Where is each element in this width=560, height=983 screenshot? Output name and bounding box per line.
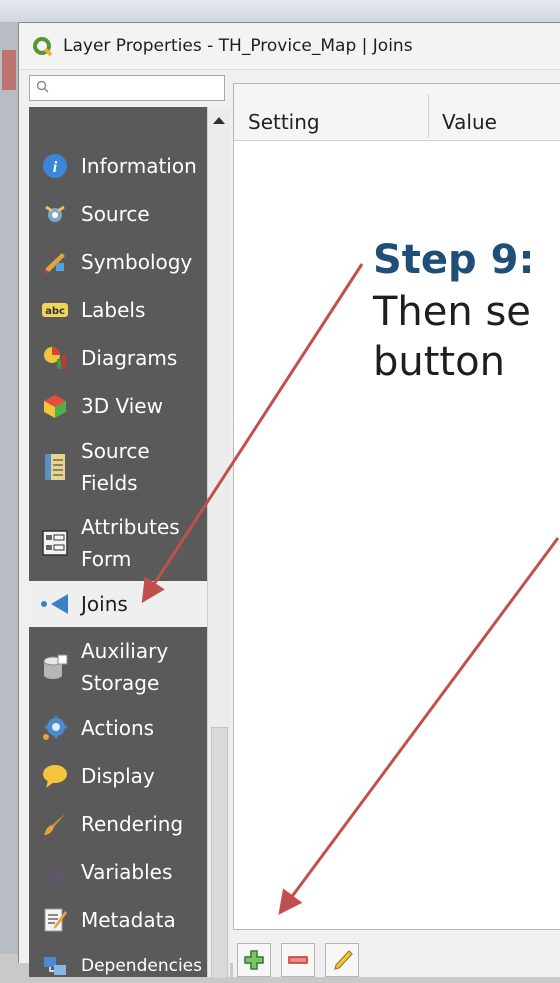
metadata-icon — [41, 906, 69, 934]
background-window-strip — [0, 0, 560, 22]
source-icon — [41, 200, 69, 228]
sidebar-item-label: Source — [81, 202, 150, 226]
sidebar-item-label: Information — [81, 154, 197, 178]
sidebar-item-label: Metadata — [81, 908, 176, 932]
sidebar-item-label: Labels — [81, 298, 146, 322]
sidebar-item-label: Dependencies — [81, 956, 202, 976]
variables-icon: ε — [41, 858, 69, 886]
search-icon — [36, 80, 49, 93]
sidebar-item-label: Diagrams — [81, 346, 178, 370]
sidebar-item-label: Rendering — [81, 812, 184, 836]
speech-bubble-icon — [41, 762, 69, 790]
sidebar-item-label: Auxiliary Storage — [81, 639, 169, 695]
dependencies-icon — [41, 952, 69, 980]
form-icon — [41, 529, 69, 557]
background-window-left — [0, 22, 18, 954]
labels-icon: abc — [41, 296, 69, 324]
sidebar-item-label: Attributes Form — [81, 515, 180, 571]
minus-icon — [288, 956, 308, 964]
sidebar-item-joins[interactable]: Joins — [29, 581, 207, 627]
scroll-up-arrow-icon[interactable] — [213, 117, 225, 124]
sidebar-item-display[interactable]: Display — [29, 759, 207, 793]
svg-text:ε: ε — [49, 859, 61, 885]
sidebar-item-label: Source Fields — [81, 439, 150, 495]
sidebar: i Information Source Symbology abc Label… — [29, 107, 207, 977]
column-header-value[interactable]: Value — [442, 110, 497, 134]
fields-icon — [41, 453, 69, 481]
database-icon — [41, 653, 69, 681]
sidebar-item-label: Display — [81, 764, 155, 788]
layer-properties-dialog: Layer Properties - TH_Provice_Map | Join… — [18, 22, 560, 979]
step-instruction-line-1: Then se — [373, 289, 531, 335]
pencil-icon — [334, 950, 353, 970]
sidebar-scrollbar[interactable] — [207, 107, 230, 979]
cube-icon — [41, 392, 69, 420]
brush-icon — [41, 810, 69, 838]
add-join-button[interactable] — [237, 943, 271, 977]
symbology-icon — [41, 248, 69, 276]
sidebar-item-dependencies[interactable]: Dependencies — [29, 949, 207, 983]
sidebar-item-diagrams[interactable]: Diagrams — [29, 341, 207, 375]
info-icon: i — [41, 152, 69, 180]
sidebar-item-actions[interactable]: Actions — [29, 711, 207, 745]
step-instruction-line-2: button — [373, 339, 505, 385]
sidebar-item-source-fields[interactable]: Source Fields — [29, 433, 207, 501]
sidebar-item-variables[interactable]: ε Variables — [29, 855, 207, 889]
sidebar-item-labels[interactable]: abc Labels — [29, 293, 207, 327]
scrollbar-thumb[interactable] — [211, 727, 228, 979]
window-title: Layer Properties - TH_Provice_Map | Join… — [63, 36, 413, 56]
sidebar-item-label: Joins — [81, 592, 128, 616]
joins-icon — [41, 590, 69, 618]
svg-text:i: i — [53, 159, 58, 176]
column-header-setting[interactable]: Setting — [248, 110, 320, 134]
sidebar-item-symbology[interactable]: Symbology — [29, 245, 207, 279]
svg-text:abc: abc — [45, 306, 65, 317]
step-title: Step 9: — [373, 237, 535, 283]
sidebar-item-label: Variables — [81, 860, 173, 884]
qgis-logo-icon — [33, 37, 53, 57]
sidebar-item-label: Symbology — [81, 250, 193, 274]
column-divider — [428, 94, 429, 138]
table-header: Setting Value — [234, 84, 560, 141]
title-bar: Layer Properties - TH_Provice_Map | Join… — [19, 23, 560, 70]
sidebar-item-rendering[interactable]: Rendering — [29, 807, 207, 841]
edit-join-button[interactable] — [325, 943, 359, 977]
diagrams-icon — [41, 344, 69, 372]
joins-table: Setting Value — [233, 83, 560, 930]
sidebar-item-source[interactable]: Source — [29, 197, 207, 231]
sidebar-item-label: Actions — [81, 716, 155, 740]
sidebar-item-3d-view[interactable]: 3D View — [29, 389, 207, 423]
remove-join-button[interactable] — [281, 943, 315, 977]
gear-icon — [41, 714, 69, 742]
sidebar-item-label: 3D View — [81, 394, 163, 418]
sidebar-item-information[interactable]: i Information — [29, 149, 207, 183]
sidebar-item-auxiliary-storage[interactable]: Auxiliary Storage — [29, 633, 207, 701]
sidebar-item-metadata[interactable]: Metadata — [29, 903, 207, 937]
search-input[interactable] — [29, 75, 225, 101]
sidebar-item-attributes-form[interactable]: Attributes Form — [29, 509, 207, 577]
plus-icon — [244, 950, 264, 970]
